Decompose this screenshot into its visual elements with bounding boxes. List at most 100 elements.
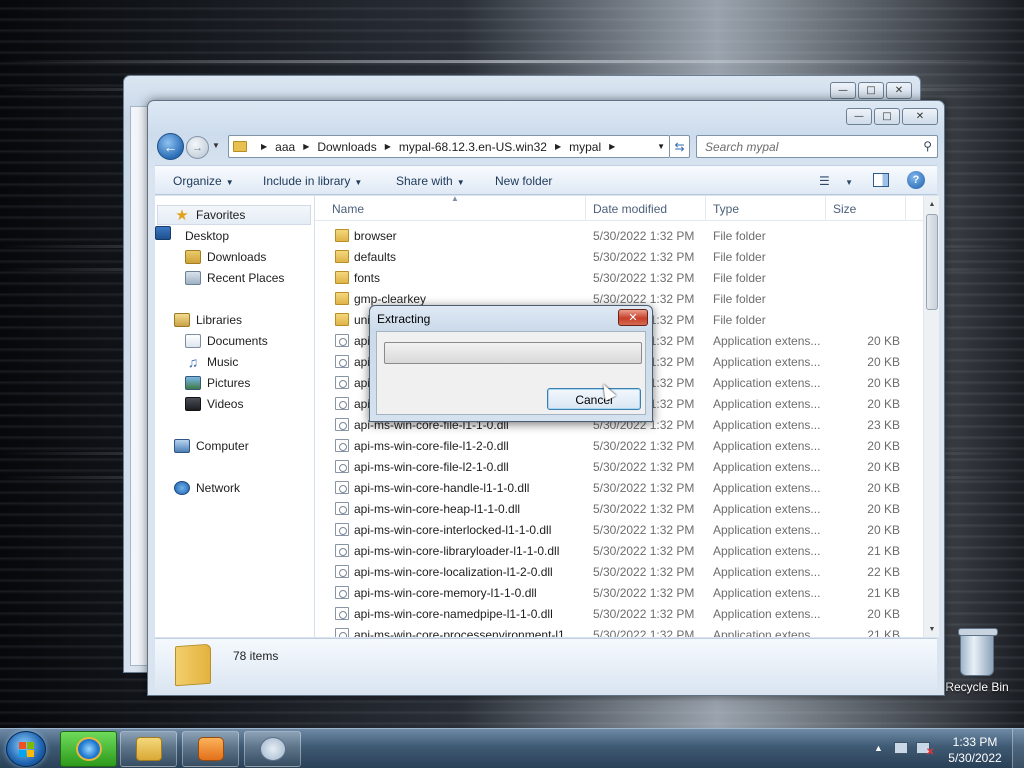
scroll-down-icon[interactable]: ▼ [924, 621, 939, 637]
folder-icon [135, 737, 162, 761]
chevron-right-icon[interactable]: ▶ [385, 142, 391, 151]
file-type: File folder [713, 229, 766, 243]
taskbar-internet-explorer[interactable] [60, 731, 117, 767]
back-button[interactable]: ← [157, 133, 184, 160]
column-header-date-modified[interactable]: Date modified [593, 202, 667, 216]
file-size: 20 KB [867, 376, 900, 390]
file-name: gmp-clearkey [354, 292, 427, 306]
search-icon[interactable]: ⚲ [923, 139, 932, 153]
table-row[interactable]: api-ms-win-core-file-l2-1-0.dll 5/30/2022… [315, 457, 923, 478]
recycle-bin[interactable]: Recycle Bin [942, 628, 1012, 700]
file-size: 20 KB [867, 481, 900, 495]
extracting-dialog[interactable]: Extracting ✕ Cancel [369, 305, 653, 422]
chevron-down-icon: ▼ [845, 178, 854, 187]
show-desktop-button[interactable] [1012, 729, 1024, 768]
column-header-name[interactable]: Name [332, 202, 364, 216]
table-row[interactable]: api-ms-win-core-file-l1-2-0.dll 5/30/2022… [315, 436, 923, 457]
nav-music[interactable]: ♫ Music [155, 352, 313, 372]
table-row[interactable]: api-ms-win-core-memory-l1-1-0.dll 5/30/20… [315, 583, 923, 604]
table-row[interactable]: browser 5/30/2022 1:32 PM File folder [315, 226, 923, 247]
table-row[interactable]: api-ms-win-core-libraryloader-l1-1-0.dll… [315, 541, 923, 562]
column-headers: ▲ Name Date modified Type Size [315, 196, 923, 221]
nav-documents[interactable]: Documents [155, 331, 313, 351]
column-header-type[interactable]: Type [713, 202, 739, 216]
scroll-thumb[interactable] [926, 214, 938, 310]
table-row[interactable]: api-ms-win-core-interlocked-l1-1-0.dll 5/… [315, 520, 923, 541]
nav-network[interactable]: Network [155, 478, 313, 498]
include-in-library-menu[interactable]: Include in library ▼ [263, 174, 362, 188]
nav-desktop[interactable]: Desktop [155, 226, 313, 246]
forward-button[interactable]: → [186, 136, 209, 159]
cancel-button[interactable]: Cancel [547, 388, 641, 410]
maximize-icon[interactable]: □ [874, 108, 900, 125]
table-row[interactable]: fonts 5/30/2022 1:32 PM File folder [315, 268, 923, 289]
muted-icon: ✕ [926, 747, 935, 758]
share-with-menu[interactable]: Share with ▼ [396, 174, 465, 188]
libraries-icon [174, 313, 190, 327]
nav-favorites[interactable]: ★ Favorites [157, 205, 311, 225]
column-divider[interactable] [825, 196, 826, 221]
close-icon[interactable]: ✕ [618, 309, 648, 326]
breadcrumb-downloads[interactable]: Downloads [317, 140, 376, 154]
internet-explorer-icon [75, 737, 102, 761]
file-date-modified: 5/30/2022 1:32 PM [593, 544, 695, 558]
file-type: File folder [713, 313, 766, 327]
taskbar-setup-program[interactable] [244, 731, 301, 767]
nav-computer[interactable]: Computer [155, 436, 313, 456]
recycle-bin-label: Recycle Bin [945, 680, 1009, 694]
file-name: api-ms-win-core-memory-l1-1-0.dll [354, 586, 537, 600]
nav-pictures[interactable]: Pictures [155, 373, 313, 393]
nav-recent-places[interactable]: Recent Places [155, 268, 313, 288]
show-hidden-icons-icon[interactable]: ▲ [874, 743, 883, 753]
dll-file-icon [335, 607, 349, 620]
help-icon[interactable]: ? [907, 171, 925, 189]
recent-pages-dropdown[interactable]: ▼ [212, 141, 220, 150]
table-row[interactable]: api-ms-win-core-processenvironment-l1 5/3… [315, 625, 923, 637]
chevron-right-icon[interactable]: ▶ [555, 142, 561, 151]
nav-downloads[interactable]: Downloads [155, 247, 313, 267]
scroll-up-icon[interactable]: ▲ [924, 196, 939, 212]
chevron-right-icon[interactable]: ▶ [303, 142, 309, 151]
table-row[interactable]: api-ms-win-core-localization-l1-2-0.dll 5… [315, 562, 923, 583]
taskbar-windows-explorer[interactable] [120, 731, 177, 767]
new-folder-button[interactable]: New folder [495, 174, 552, 188]
file-type: Application extens... [713, 544, 821, 558]
breadcrumb-aaa[interactable]: aaa [275, 140, 295, 154]
column-header-size[interactable]: Size [833, 202, 856, 216]
network-tray-icon[interactable] [894, 742, 908, 754]
chevron-right-icon[interactable]: ▶ [261, 142, 267, 151]
preview-pane-icon[interactable] [873, 173, 889, 187]
chevron-down-icon: ▼ [456, 178, 465, 187]
refresh-button[interactable]: ⇆ [670, 135, 690, 158]
column-divider[interactable] [705, 196, 706, 221]
address-bar[interactable]: ▶ aaa ▶ Downloads ▶ mypal-68.12.3.en-US.… [228, 135, 670, 158]
minimize-icon[interactable]: — [830, 82, 856, 99]
folder-icon [335, 229, 349, 242]
nav-videos[interactable]: Videos [155, 394, 313, 414]
breadcrumb-mypal[interactable]: mypal [569, 140, 601, 154]
column-divider[interactable] [585, 196, 586, 221]
change-view-button[interactable]: ☰ ▼ [819, 174, 853, 188]
close-icon[interactable]: ✕ [886, 82, 912, 99]
search-input[interactable]: Search mypal ⚲ [696, 135, 938, 158]
file-type: Application extens... [713, 481, 821, 495]
table-row[interactable]: api-ms-win-core-handle-l1-1-0.dll 5/30/20… [315, 478, 923, 499]
table-row[interactable]: defaults 5/30/2022 1:32 PM File folder [315, 247, 923, 268]
vertical-scrollbar[interactable]: ▲ ▼ [923, 196, 939, 637]
close-icon[interactable]: ✕ [902, 108, 938, 125]
breadcrumb-mypal-archive[interactable]: mypal-68.12.3.en-US.win32 [399, 140, 547, 154]
organize-menu[interactable]: Organize ▼ [173, 174, 234, 188]
start-button[interactable] [6, 731, 46, 767]
nav-libraries[interactable]: Libraries [155, 310, 313, 330]
clock[interactable]: 1:33 PM 5/30/2022 [940, 734, 1010, 766]
file-name: api-ms-win-core-libraryloader-l1-1-0.dll [354, 544, 560, 558]
column-divider[interactable] [905, 196, 906, 221]
minimize-icon[interactable]: — [846, 108, 872, 125]
taskbar-media-player[interactable] [182, 731, 239, 767]
chevron-down-icon[interactable]: ▼ [657, 142, 665, 151]
chevron-right-icon[interactable]: ▶ [609, 142, 615, 151]
maximize-icon[interactable]: □ [858, 82, 884, 99]
window-controls: — □ ✕ [846, 108, 938, 125]
table-row[interactable]: api-ms-win-core-namedpipe-l1-1-0.dll 5/30… [315, 604, 923, 625]
table-row[interactable]: api-ms-win-core-heap-l1-1-0.dll 5/30/2022… [315, 499, 923, 520]
